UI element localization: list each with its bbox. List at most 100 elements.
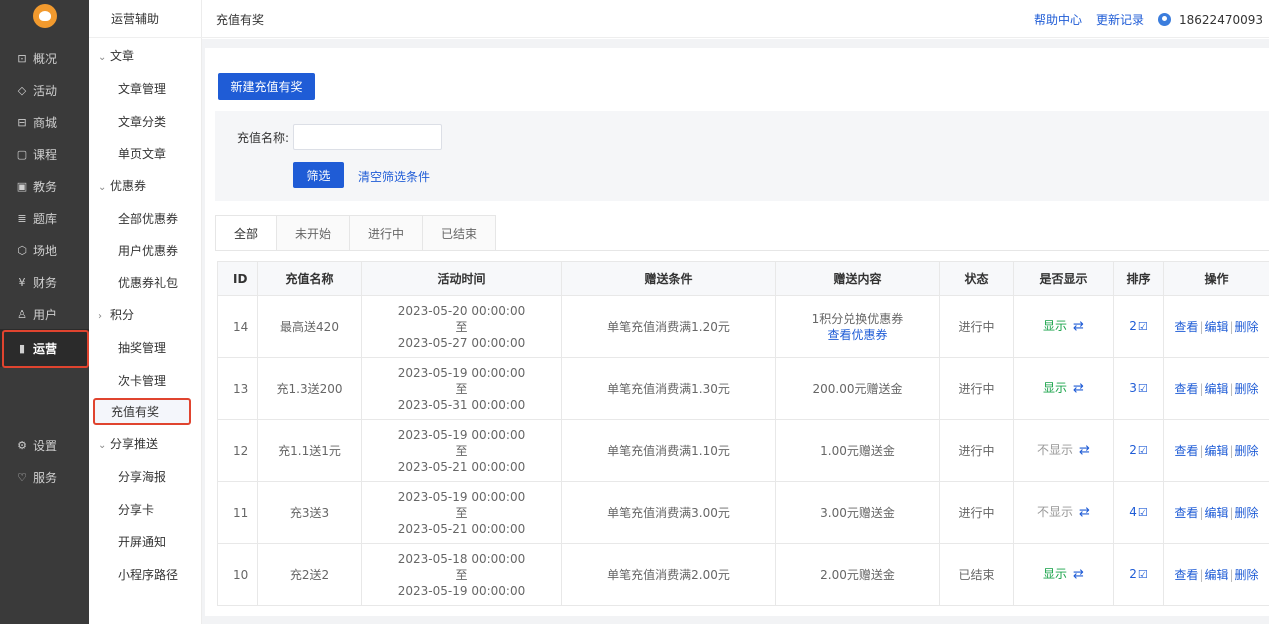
cell-actions: 查看|编辑|删除 <box>1163 419 1269 482</box>
sub-nav-item[interactable]: 文章分类 <box>89 112 202 132</box>
sub-nav-item[interactable]: 文章管理 <box>89 79 202 99</box>
new-recharge-reward-button[interactable]: 新建充值有奖 <box>218 73 315 100</box>
sub-nav-label: 充值有奖 <box>111 405 160 419</box>
view-button[interactable]: 查看 <box>1174 320 1198 334</box>
sub-nav-label: 开屏通知 <box>118 535 167 549</box>
sub-nav-item[interactable]: 全部优惠券 <box>89 209 202 229</box>
content-card: 新建充值有奖 充值名称: 筛选 清空筛选条件 全部 未开始 进行中 已结束 ID… <box>205 48 1269 616</box>
cell-time: 2023-05-19 00:00:00 至 2023-05-31 00:00:00 <box>361 357 562 420</box>
sub-nav-item[interactable]: 单页文章 <box>89 144 202 164</box>
clear-filter-link[interactable]: 清空筛选条件 <box>358 168 430 185</box>
sub-nav-group[interactable]: › 积分 <box>89 305 202 325</box>
edit-sort-icon[interactable]: ☑ <box>1138 506 1148 519</box>
cell-sort: 4☑ <box>1113 481 1164 544</box>
chevron-down-icon: ⌄ <box>98 52 107 63</box>
delete-button[interactable]: 删除 <box>1235 506 1259 520</box>
sub-nav-item[interactable]: 充值有奖 <box>93 398 191 425</box>
nav-item-label: 场地 <box>33 243 58 258</box>
cell-display: 不显示 ⇄ <box>1013 481 1114 544</box>
nav-item-yen[interactable]: ¥ 财务 <box>0 271 89 293</box>
delete-button[interactable]: 删除 <box>1235 382 1259 396</box>
nav-item-bar-chart[interactable]: ▮ 运营 <box>0 329 89 368</box>
gift-content: 1.00元赠送金 <box>820 443 895 458</box>
tab-all[interactable]: 全部 <box>215 215 278 251</box>
cell-name: 最高送420 <box>257 295 362 358</box>
nav-item-chat[interactable]: ⊡ 概况 <box>0 47 89 69</box>
changelog-link[interactable]: 更新记录 <box>1096 11 1144 28</box>
tab-ended[interactable]: 已结束 <box>423 215 497 251</box>
view-coupon-link[interactable]: 查看优惠券 <box>776 327 939 343</box>
cell-actions: 查看|编辑|删除 <box>1163 481 1269 544</box>
sub-nav-item[interactable]: 用户优惠券 <box>89 241 202 261</box>
view-button[interactable]: 查看 <box>1174 382 1198 396</box>
toggle-swap-icon[interactable]: ⇄ <box>1073 319 1084 334</box>
nav-item-shop[interactable]: ⊟ 商城 <box>0 111 89 133</box>
end-time: 2023-05-27 00:00:00 <box>397 335 526 350</box>
edit-button[interactable]: 编辑 <box>1204 568 1228 582</box>
delete-button[interactable]: 删除 <box>1235 320 1259 334</box>
delete-button[interactable]: 删除 <box>1235 568 1259 582</box>
logo-icon[interactable] <box>32 4 57 28</box>
table-row: 10 充2送2 2023-05-18 00:00:00 至 2023-05-19 00:… <box>217 543 1269 606</box>
toggle-swap-icon[interactable]: ⇄ <box>1079 443 1090 458</box>
nav-item-heart[interactable]: ♡ 服务 <box>0 466 89 488</box>
user-menu[interactable]: 18622470093 <box>1158 13 1263 27</box>
display-state: 不显示 <box>1037 505 1074 519</box>
sub-nav-label: 单页文章 <box>118 147 167 161</box>
sub-nav-item[interactable]: 小程序路径 <box>89 565 202 585</box>
tab-in-progress[interactable]: 进行中 <box>350 215 424 251</box>
start-time: 2023-05-20 00:00:00 <box>397 303 526 318</box>
sub-nav-item[interactable]: 开屏通知 <box>89 532 202 552</box>
edit-sort-icon[interactable]: ☑ <box>1138 320 1148 333</box>
sort-value: 2 <box>1129 567 1137 581</box>
view-button[interactable]: 查看 <box>1174 506 1198 520</box>
toggle-swap-icon[interactable]: ⇄ <box>1073 567 1084 582</box>
sub-nav-item[interactable]: 次卡管理 <box>89 371 202 391</box>
sub-nav-item[interactable]: 优惠券礼包 <box>89 273 202 293</box>
nav-item-tag[interactable]: ◇ 活动 <box>0 79 89 101</box>
edit-button[interactable]: 编辑 <box>1204 444 1228 458</box>
toggle-swap-icon[interactable]: ⇄ <box>1073 381 1084 396</box>
edit-button[interactable]: 编辑 <box>1204 506 1228 520</box>
tab-not-started[interactable]: 未开始 <box>277 215 351 251</box>
sub-nav-group[interactable]: ⌄ 优惠券 <box>89 176 202 196</box>
yen-icon: ¥ <box>18 275 26 289</box>
filter-button[interactable]: 筛选 <box>293 162 344 188</box>
edit-sort-icon[interactable]: ☑ <box>1138 568 1148 581</box>
nav-item-label: 活动 <box>33 83 58 98</box>
toggle-swap-icon[interactable]: ⇄ <box>1079 505 1090 520</box>
nav-item-user[interactable]: ♙ 用户 <box>0 303 89 325</box>
nav-item-cube[interactable]: ⬡ 场地 <box>0 239 89 261</box>
nav-item-list[interactable]: ≣ 题库 <box>0 207 89 229</box>
nav-item-label: 商城 <box>33 115 58 130</box>
name-filter-input[interactable] <box>293 124 442 150</box>
cell-condition: 单笔充值消费满2.00元 <box>561 543 776 606</box>
sub-nav-item[interactable]: 分享海报 <box>89 467 202 487</box>
nav-item-gear[interactable]: ⚙ 设置 <box>0 434 89 456</box>
nav-item-calendar[interactable]: ▣ 教务 <box>0 175 89 197</box>
sub-nav-label: 小程序路径 <box>118 568 179 582</box>
cube-icon: ⬡ <box>17 243 27 257</box>
cell-time: 2023-05-19 00:00:00 至 2023-05-21 00:00:00 <box>361 481 562 544</box>
view-button[interactable]: 查看 <box>1174 444 1198 458</box>
sub-nav-item[interactable]: 抽奖管理 <box>89 338 202 358</box>
cell-condition: 单笔充值消费满1.10元 <box>561 419 776 482</box>
sub-nav-item[interactable]: 分享卡 <box>89 500 202 520</box>
edit-button[interactable]: 编辑 <box>1204 382 1228 396</box>
end-time: 2023-05-21 00:00:00 <box>397 459 526 474</box>
nav-item-course[interactable]: ▢ 课程 <box>0 143 89 165</box>
gear-icon: ⚙ <box>17 438 27 452</box>
sub-nav-group[interactable]: ⌄ 分享推送 <box>89 434 202 454</box>
edit-sort-icon[interactable]: ☑ <box>1138 382 1148 395</box>
sub-nav-label: 次卡管理 <box>118 374 167 388</box>
start-time: 2023-05-18 00:00:00 <box>397 551 526 566</box>
delete-button[interactable]: 删除 <box>1235 444 1259 458</box>
cell-sort: 2☑ <box>1113 419 1164 482</box>
edit-sort-icon[interactable]: ☑ <box>1138 444 1148 457</box>
help-center-link[interactable]: 帮助中心 <box>1034 11 1082 28</box>
sub-nav-group[interactable]: ⌄ 文章 <box>89 46 202 66</box>
gift-content: 2.00元赠送金 <box>820 567 895 582</box>
edit-button[interactable]: 编辑 <box>1204 320 1228 334</box>
view-button[interactable]: 查看 <box>1174 568 1198 582</box>
nav-item-label: 服务 <box>33 470 58 485</box>
